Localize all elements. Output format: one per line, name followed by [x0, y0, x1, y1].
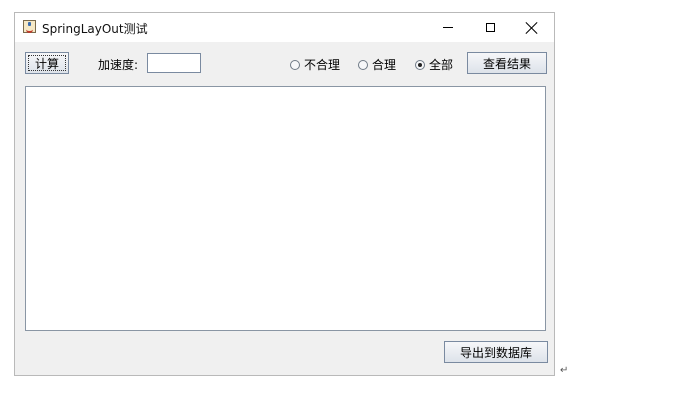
radio-all-label: 全部 [429, 58, 454, 72]
view-results-button[interactable]: 查看结果 [467, 52, 547, 74]
minimize-icon [443, 27, 453, 28]
acceleration-label: 加速度: [98, 58, 139, 72]
close-icon [526, 22, 538, 34]
export-to-database-button[interactable]: 导出到数据库 [444, 341, 548, 363]
results-panel[interactable] [25, 86, 546, 331]
close-button[interactable] [512, 13, 552, 42]
acceleration-input[interactable] [147, 53, 201, 73]
app-window: SpringLayOut测试 计算 加速度: 不合理 合理 全部 查看结果 导出… [14, 12, 555, 376]
paragraph-mark: ↵ [560, 365, 569, 376]
maximize-button[interactable] [470, 13, 510, 42]
minimize-button[interactable] [428, 13, 468, 42]
radio-all[interactable]: 全部 [415, 56, 453, 73]
radio-reasonable[interactable]: 合理 [358, 56, 396, 73]
radio-circle-icon[interactable] [290, 59, 300, 70]
radio-checked-icon[interactable] [415, 59, 425, 70]
title-bar: SpringLayOut测试 [15, 13, 554, 42]
radio-reasonable-label: 合理 [372, 58, 397, 72]
calculate-button[interactable]: 计算 [25, 52, 69, 74]
window-title: SpringLayOut测试 [42, 22, 148, 36]
radio-unreasonable[interactable]: 不合理 [290, 56, 340, 73]
maximize-icon [485, 23, 495, 32]
radio-unreasonable-label: 不合理 [304, 58, 341, 72]
radio-circle-icon[interactable] [358, 59, 368, 70]
java-app-icon [23, 20, 36, 33]
